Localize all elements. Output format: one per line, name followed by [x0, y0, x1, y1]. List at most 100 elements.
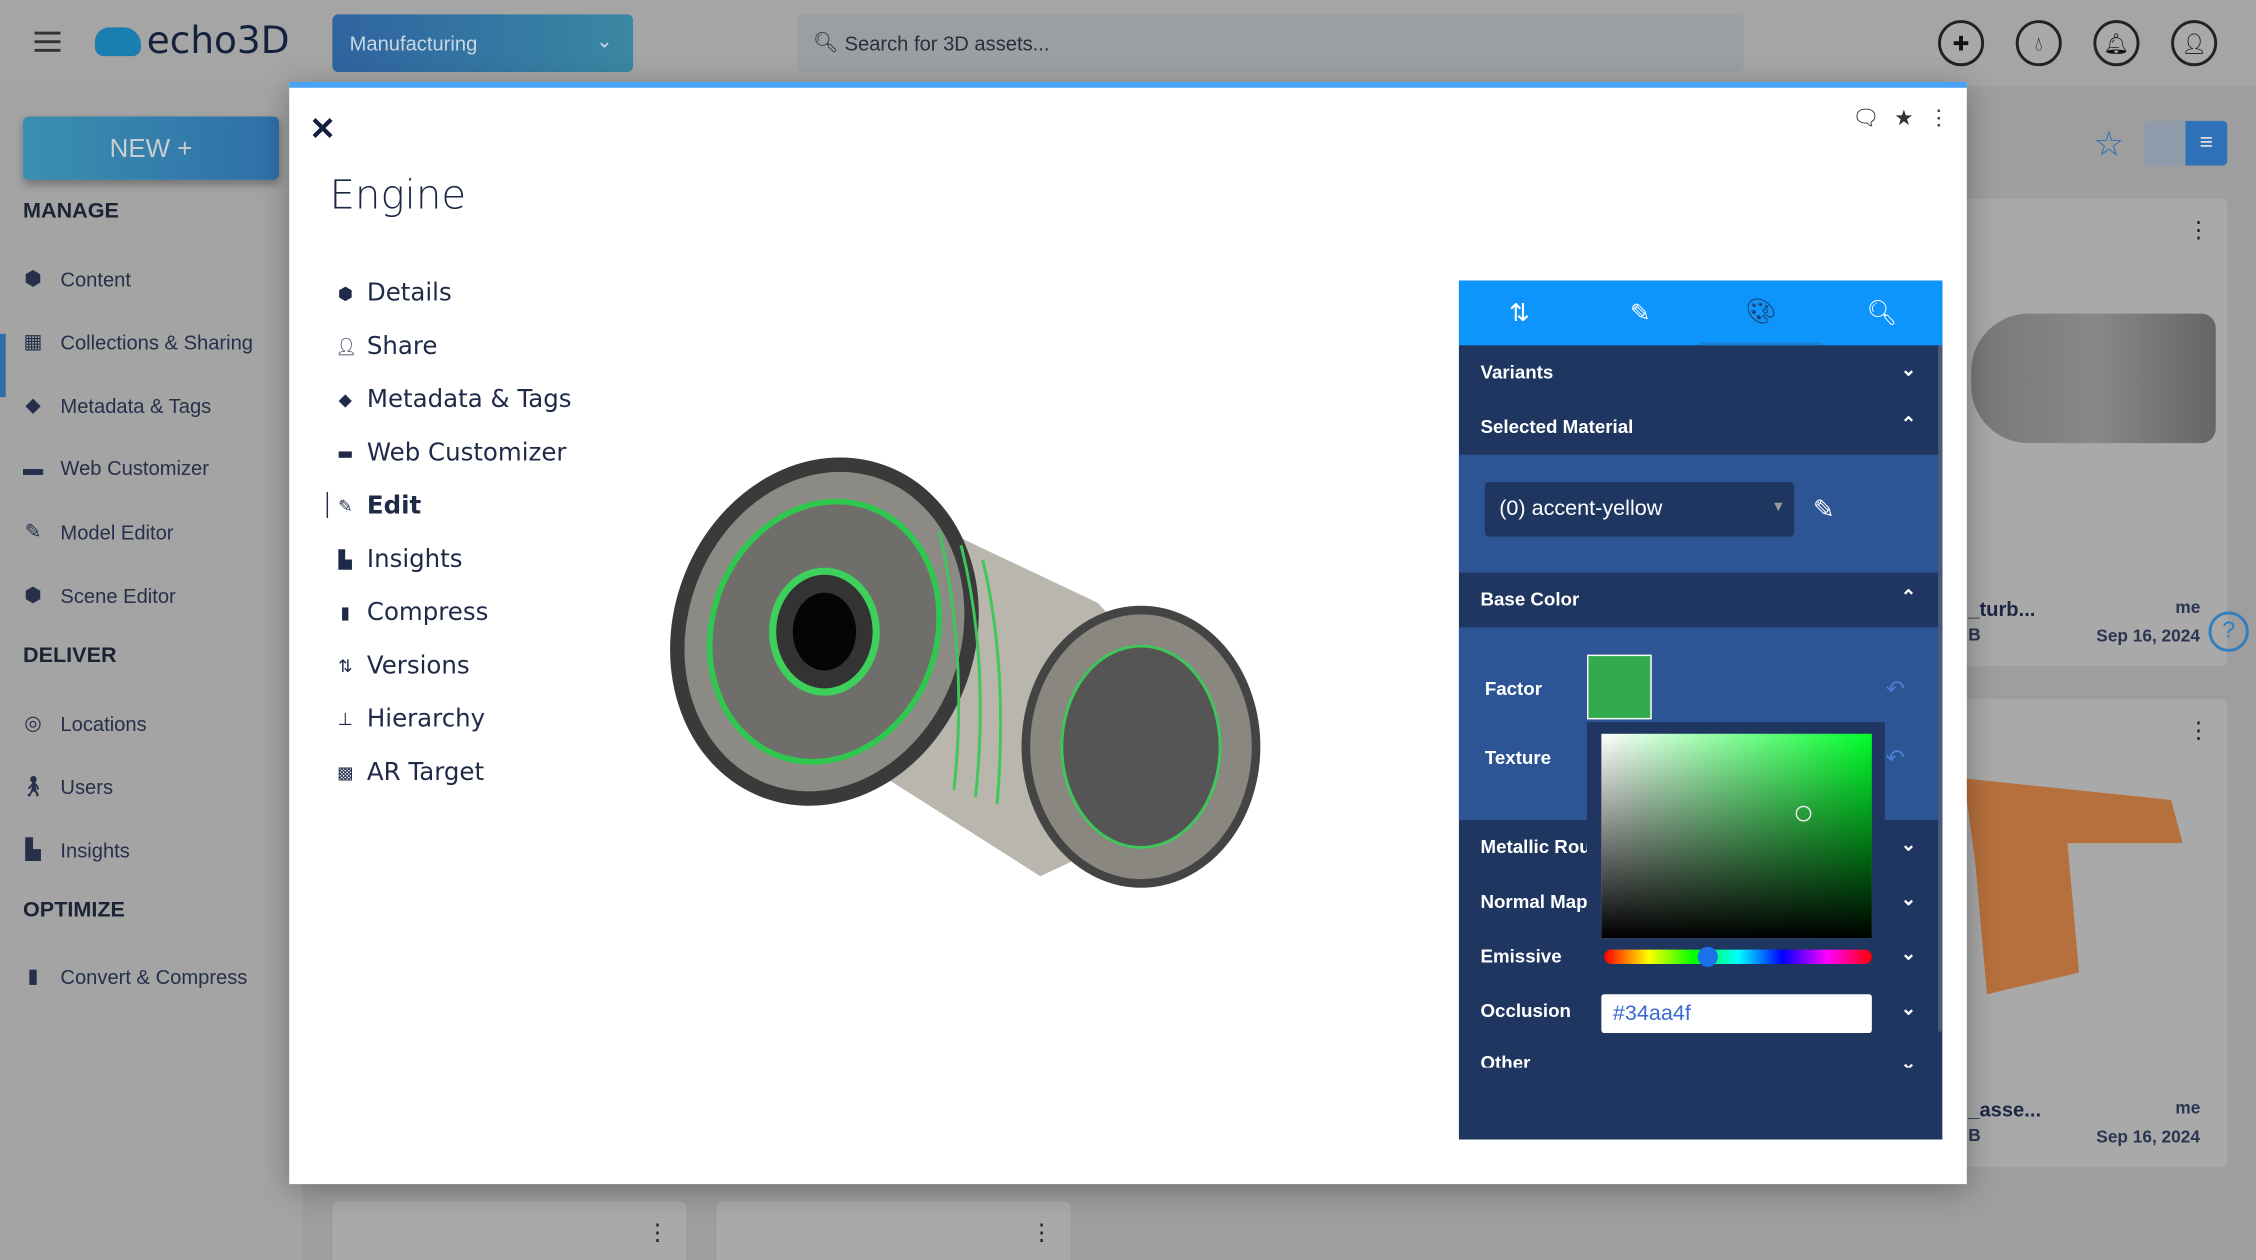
asset-thumbnail	[1971, 313, 2216, 444]
material-select[interactable]: (0) accent-yellow ▼	[1484, 481, 1795, 537]
grid-icon: ▦	[23, 329, 43, 353]
label: Collections & Sharing	[60, 330, 254, 354]
texture-label: Texture	[1484, 746, 1552, 769]
panel-scrollbar[interactable]	[1938, 345, 1943, 1032]
vr-icon: ▬	[23, 456, 44, 480]
nav-versions[interactable]: ⇅ Versions	[335, 639, 571, 692]
star-icon[interactable]: ★	[1894, 105, 1913, 130]
hue-slider-handle[interactable]	[1697, 946, 1718, 967]
search-input[interactable]: 🔍︎ Search for 3D assets...	[797, 14, 1744, 72]
sidebar-item-model-editor[interactable]: ✎ Model Editor	[20, 519, 174, 544]
user-icon[interactable]: 👤︎	[2171, 20, 2218, 67]
bell-icon[interactable]: 🔔︎	[2093, 20, 2140, 67]
asset-date: Sep 16, 2024	[2096, 625, 2200, 647]
asset-card[interactable]: ⋮	[716, 1201, 1071, 1260]
more-icon[interactable]: ⋮	[1030, 1219, 1053, 1248]
material-section: (0) accent-yellow ▼ ✎	[1458, 454, 1943, 573]
qr-icon: ▩	[337, 761, 354, 782]
sidebar-item-collections[interactable]: ▦ Collections & Sharing	[20, 329, 253, 353]
grid-view-icon[interactable]	[2143, 120, 2186, 166]
label: Convert & Compress	[60, 964, 248, 988]
more-icon[interactable]: ⋮	[2187, 216, 2210, 245]
asset-card[interactable]: ⋮ _turb... B me Sep 16, 2024	[1956, 198, 2228, 667]
label: AR Target	[366, 757, 485, 787]
edit-material-icon[interactable]: ✎	[1813, 495, 1835, 525]
undo-icon[interactable]: ↶	[1886, 675, 1905, 704]
label: Selected Material	[1480, 415, 1634, 438]
color-picker-handle[interactable]	[1795, 805, 1812, 822]
nav-insights[interactable]: ▙ Insights	[335, 532, 571, 585]
close-icon[interactable]: ✕	[309, 111, 336, 148]
label: Locations	[60, 711, 147, 735]
cube-icon: ⬢	[24, 266, 42, 290]
label: Base Color	[1480, 588, 1580, 611]
more-icon[interactable]: ⋮	[2187, 717, 2210, 746]
help-icon[interactable]: ?	[2208, 611, 2249, 652]
label: Metadata & Tags	[60, 393, 212, 417]
search-icon[interactable]: 🔍︎	[1821, 281, 1942, 346]
chevron-down-icon: ⌄	[1900, 942, 1917, 964]
section-manage: MANAGE	[23, 198, 119, 224]
variants-row[interactable]: Variants ⌄	[1459, 345, 1942, 400]
sidebar-item-scene-editor[interactable]: ⬢ Scene Editor	[20, 583, 176, 607]
base-color-row[interactable]: Base Color ⌃	[1459, 573, 1942, 628]
palette-icon[interactable]: 🎨︎	[1700, 281, 1822, 346]
sidebar-item-insights[interactable]: ▙ Insights	[20, 837, 130, 861]
sidebar-item-content[interactable]: ⬢ Content	[20, 266, 131, 290]
engine-3d-model[interactable]	[666, 445, 1270, 905]
factor-color-swatch[interactable]	[1586, 654, 1652, 720]
other-row[interactable]: Other ⌄	[1459, 1039, 1942, 1068]
label: Insights	[366, 544, 463, 574]
selected-material-row[interactable]: Selected Material ⌃	[1459, 400, 1942, 455]
favorite-star-icon[interactable]: ☆	[2093, 124, 2124, 166]
label: Normal Map	[1480, 890, 1588, 913]
label: Web Customizer	[366, 438, 567, 467]
dropdown-arrow-icon: ▼	[1771, 499, 1786, 516]
asset-size: B	[1968, 624, 1981, 645]
file-icon: ▮	[340, 602, 351, 623]
new-button[interactable]: NEW +	[23, 116, 280, 180]
nav-web-customizer[interactable]: ▬ Web Customizer	[335, 426, 571, 479]
logo[interactable]: echo3D	[94, 20, 290, 63]
chevron-down-icon: ⌄	[1900, 887, 1917, 910]
nav-metadata[interactable]: ◆ Metadata & Tags	[335, 373, 572, 426]
list-view-icon[interactable]: ≡	[2185, 120, 2228, 166]
pencil-icon[interactable]: ✎	[1580, 281, 1701, 346]
puzzle-icon[interactable]: ✚	[1938, 20, 1985, 67]
sidebar: NEW + MANAGE ⬢ Content ▦ Collections & Sha…	[0, 86, 303, 1260]
cloud-icon	[94, 27, 142, 57]
label: Metadata & Tags	[366, 384, 572, 414]
nav-details[interactable]: ⬢ Details	[335, 266, 571, 319]
sidebar-item-locations[interactable]: ◎ Locations	[20, 711, 147, 735]
nav-ar-target[interactable]: ▩ AR Target	[335, 745, 571, 798]
hex-input[interactable]: #34aa4f	[1601, 994, 1872, 1034]
label: Model Editor	[60, 520, 174, 544]
transform-icon[interactable]: ⇅	[1459, 281, 1580, 346]
project-select[interactable]: Manufacturing ⌄	[332, 14, 634, 72]
comment-icon[interactable]: 🗨︎	[1852, 105, 1879, 130]
sidebar-item-metadata[interactable]: ◆ Metadata & Tags	[20, 393, 211, 417]
nav-edit[interactable]: ✎ Edit	[326, 479, 571, 532]
drop-icon[interactable]: 💧︎	[2015, 20, 2062, 67]
saturation-value-area[interactable]	[1601, 733, 1872, 939]
asset-name: _asse...	[1968, 1097, 2042, 1121]
more-icon[interactable]: ⋮	[646, 1219, 669, 1248]
top-bar: echo3D Manufacturing ⌄ 🔍︎ Search for 3D as…	[0, 0, 2256, 87]
chevron-down-icon: ⌄	[1900, 997, 1917, 1019]
sidebar-item-convert[interactable]: ▮ Convert & Compress	[20, 964, 248, 988]
asset-card[interactable]: ⋮ _asse... B me Sep 16, 2024	[1956, 699, 2228, 1167]
nav-compress[interactable]: ▮ Compress	[335, 586, 571, 639]
nav-hierarchy[interactable]: ⊥ Hierarchy	[335, 692, 571, 745]
undo-icon[interactable]: ↶	[1886, 744, 1905, 773]
more-icon[interactable]: ⋮	[1928, 105, 1950, 130]
sidebar-item-web-customizer[interactable]: ▬ Web Customizer	[20, 456, 209, 479]
label: Occlusion	[1480, 999, 1571, 1022]
cube-icon: ⬢	[337, 282, 353, 303]
menu-icon[interactable]	[34, 31, 61, 52]
sidebar-item-users[interactable]: 🚶︎ Users	[20, 774, 113, 798]
hue-slider[interactable]	[1604, 949, 1872, 964]
asset-card[interactable]: ⋮	[332, 1201, 687, 1260]
nav-share[interactable]: 👤︎ Share	[335, 319, 571, 372]
panel-tabs: ⇅ ✎ 🎨︎ 🔍︎	[1458, 280, 1943, 346]
chevron-down-icon: ⌄	[1900, 833, 1917, 855]
